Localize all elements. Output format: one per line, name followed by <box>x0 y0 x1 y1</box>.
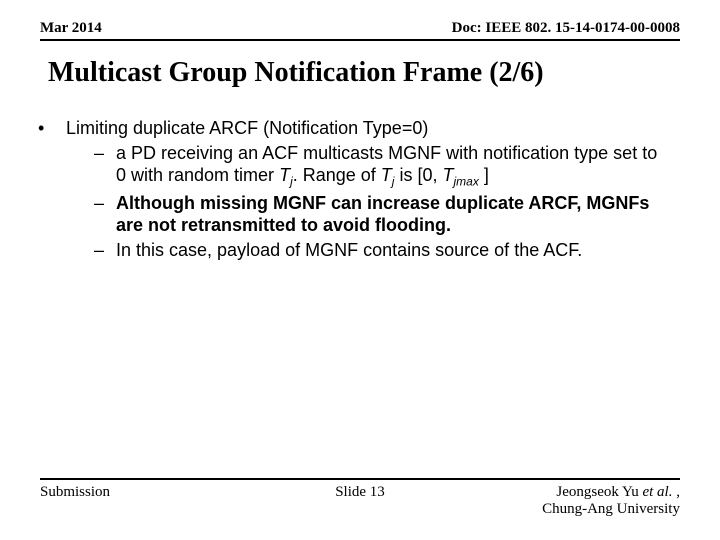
page-title: Multicast Group Notification Frame (2/6) <box>0 41 720 99</box>
sub-text-2: Although missing MGNF can increase dupli… <box>116 192 670 237</box>
header: Mar 2014 Doc: IEEE 802. 15-14-0174-00-00… <box>0 0 720 39</box>
sub-item-2: – Although missing MGNF can increase dup… <box>38 192 670 237</box>
sub-item-1: – a PD receiving an ACF multicasts MGNF … <box>38 142 670 190</box>
footer-right: Jeongseok Yu et al. , Chung-Ang Universi… <box>467 484 680 519</box>
header-doc: Doc: IEEE 802. 15-14-0174-00-0008 <box>452 20 680 37</box>
dash-mark: – <box>94 239 116 262</box>
dash-mark: – <box>94 192 116 237</box>
footer-left: Submission <box>40 484 253 501</box>
bullet-item: • Limiting duplicate ARCF (Notification … <box>38 117 670 140</box>
bullet-text: Limiting duplicate ARCF (Notification Ty… <box>66 117 670 140</box>
sub-text-1: a PD receiving an ACF multicasts MGNF wi… <box>116 142 670 190</box>
footer: Submission Slide 13 Jeongseok Yu et al. … <box>0 478 720 519</box>
footer-rule <box>40 478 680 480</box>
sub-text-3: In this case, payload of MGNF contains s… <box>116 239 670 262</box>
header-date: Mar 2014 <box>40 20 102 37</box>
bullet-mark: • <box>38 117 66 140</box>
sub-item-3: – In this case, payload of MGNF contains… <box>38 239 670 262</box>
footer-center: Slide 13 <box>253 484 466 501</box>
content-body: • Limiting duplicate ARCF (Notification … <box>0 99 720 261</box>
dash-mark: – <box>94 142 116 190</box>
